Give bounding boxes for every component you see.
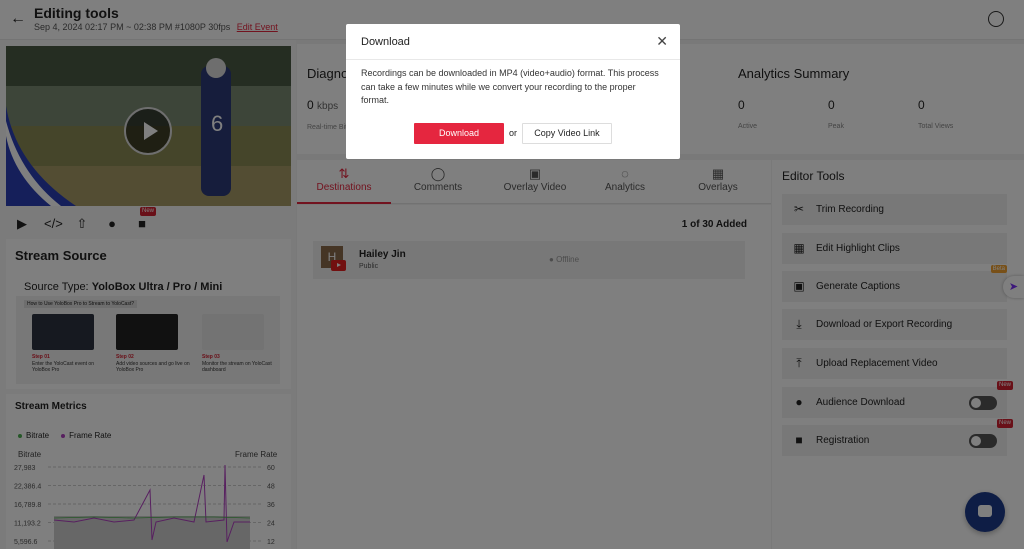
modal-divider bbox=[346, 59, 680, 60]
download-button[interactable]: Download bbox=[414, 123, 504, 144]
modal-title: Download bbox=[361, 36, 410, 48]
copy-video-link-button[interactable]: Copy Video Link bbox=[522, 123, 612, 144]
page: ← Editing tools Sep 4, 2024 02:17 PM ~ 0… bbox=[0, 0, 1024, 549]
modal-body: Recordings can be downloaded in MP4 (vid… bbox=[361, 68, 659, 105]
download-modal: Download ✕ Recordings can be downloaded … bbox=[346, 24, 680, 159]
close-icon[interactable]: ✕ bbox=[656, 33, 668, 50]
or-label: or bbox=[509, 128, 518, 138]
